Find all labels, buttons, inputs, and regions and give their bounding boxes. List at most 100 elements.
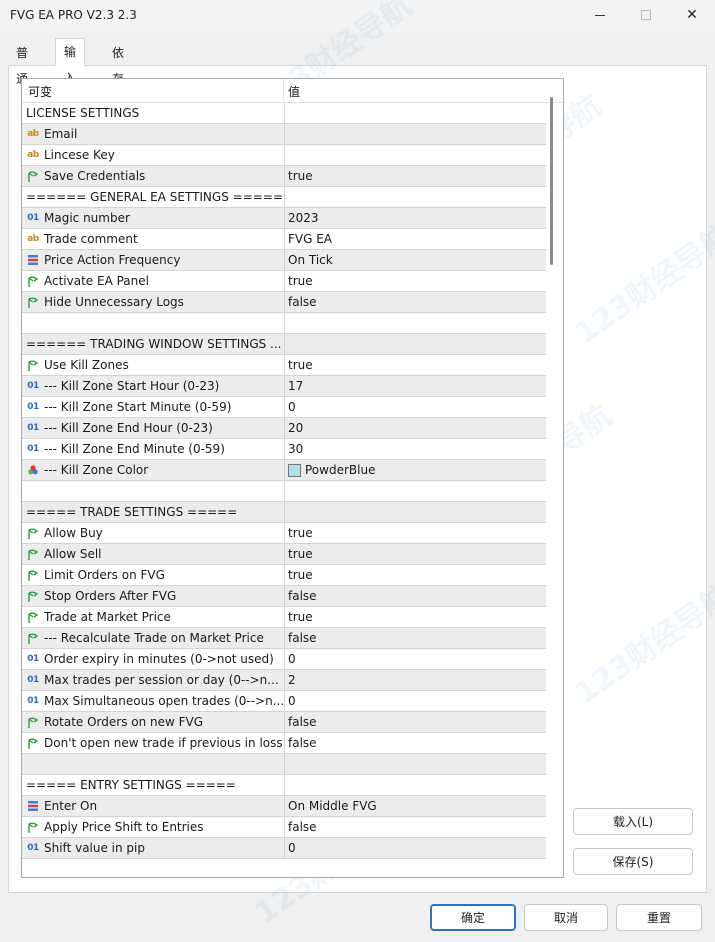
grid-row[interactable]: ===== TRADE SETTINGS ===== [22,502,546,523]
grid-row[interactable]: Price Action Frequency On Tick [22,250,546,271]
parameter-value-cell[interactable] [284,313,546,333]
column-divider[interactable] [283,79,284,103]
tab-inputs[interactable]: 输入 [55,38,86,85]
grid-row[interactable]: Allow Buy true [22,523,546,544]
parameter-value[interactable]: 2023 [288,211,319,225]
parameter-value[interactable]: FVG EA [288,232,332,246]
parameter-value[interactable]: On Tick [288,253,333,267]
parameter-value[interactable]: false [288,715,317,729]
parameter-value-cell[interactable] [284,103,546,123]
parameter-value-cell[interactable]: 17 [284,376,546,396]
grid-row[interactable]: Allow Sell true [22,544,546,565]
parameter-value-cell[interactable]: FVG EA [284,229,546,249]
parameter-value-cell[interactable]: true [284,565,546,585]
parameter-value-cell[interactable]: true [284,166,546,186]
reset-button[interactable]: 重置 [616,904,702,931]
parameter-value-cell[interactable]: 0 [284,649,546,669]
grid-row[interactable]: ab Lincese Key [22,145,546,166]
parameter-value-cell[interactable]: On Middle FVG [284,796,546,816]
parameter-value-cell[interactable]: true [284,607,546,627]
parameter-value[interactable]: 0 [288,400,296,414]
parameter-value-cell[interactable]: false [284,712,546,732]
grid-row[interactable]: Save Credentials true [22,166,546,187]
parameter-value[interactable]: false [288,820,317,834]
grid-row[interactable]: ab Trade comment FVG EA [22,229,546,250]
parameter-value-cell[interactable] [284,502,546,522]
parameter-value[interactable]: 20 [288,421,303,435]
tab-dependencies[interactable]: 依存关系 [104,40,132,138]
grid-row[interactable]: Limit Orders on FVG true [22,565,546,586]
parameter-value[interactable]: 0 [288,841,296,855]
parameter-value-cell[interactable]: On Tick [284,250,546,270]
grid-row[interactable]: 01 Max Simultaneous open trades (0-->n...… [22,691,546,712]
parameter-value-cell[interactable]: true [284,523,546,543]
minimize-button[interactable] [577,0,623,30]
parameter-value-cell[interactable] [284,334,546,354]
grid-row[interactable]: --- Recalculate Trade on Market Price fal… [22,628,546,649]
grid-row[interactable] [22,481,546,502]
parameter-value-cell[interactable]: 0 [284,838,546,858]
parameter-value-cell[interactable]: 20 [284,418,546,438]
grid-row[interactable]: 01 Order expiry in minutes (0->not used) 0 [22,649,546,670]
grid-row[interactable]: ====== TRADING WINDOW SETTINGS ... [22,334,546,355]
load-button[interactable]: 载入(L) [573,808,693,835]
parameter-value[interactable]: 30 [288,442,303,456]
parameter-value[interactable]: true [288,568,313,582]
parameter-value-cell[interactable] [284,775,546,795]
column-header-value[interactable]: 值 [288,83,300,100]
parameter-value-cell[interactable]: false [284,733,546,753]
parameter-value-cell[interactable]: 0 [284,397,546,417]
parameter-value[interactable]: 2 [288,673,296,687]
parameter-value[interactable]: PowderBlue [305,463,375,477]
column-header-variable[interactable]: 可变 [28,83,52,100]
grid-row[interactable]: Enter On On Middle FVG [22,796,546,817]
grid-row[interactable]: --- Kill Zone Color PowderBlue [22,460,546,481]
parameter-value[interactable]: true [288,169,313,183]
grid-row[interactable]: 01 Shift value in pip 0 [22,838,546,859]
grid-row[interactable]: ===== ENTRY SETTINGS ===== [22,775,546,796]
parameter-value-cell[interactable] [284,481,546,501]
parameter-value-cell[interactable]: false [284,817,546,837]
parameter-value[interactable]: On Middle FVG [288,799,377,813]
grid-row[interactable]: Activate EA Panel true [22,271,546,292]
parameter-value[interactable]: 0 [288,652,296,666]
close-button[interactable]: ✕ [669,0,715,30]
parameter-value-cell[interactable]: false [284,628,546,648]
grid-row[interactable] [22,313,546,334]
grid-row[interactable]: Apply Price Shift to Entries false [22,817,546,838]
grid-row[interactable]: Hide Unnecessary Logs false [22,292,546,313]
parameter-value-cell[interactable]: 0 [284,691,546,711]
vertical-scrollbar[interactable] [549,97,554,877]
parameter-value-cell[interactable]: false [284,292,546,312]
parameter-value[interactable]: true [288,358,313,372]
grid-row[interactable]: 01 Magic number 2023 [22,208,546,229]
parameter-value-cell[interactable]: 30 [284,439,546,459]
maximize-button[interactable] [623,0,669,30]
ok-button[interactable]: 确定 [430,904,516,931]
parameter-value-cell[interactable]: PowderBlue [284,460,546,480]
parameter-value[interactable]: 0 [288,694,296,708]
parameter-value-cell[interactable]: 2023 [284,208,546,228]
parameter-value-cell[interactable] [284,754,546,774]
grid-row[interactable]: Rotate Orders on new FVG false [22,712,546,733]
parameter-value-cell[interactable] [284,145,546,165]
parameter-value[interactable]: false [288,736,317,750]
parameter-value[interactable]: 17 [288,379,303,393]
parameter-value-cell[interactable] [284,187,546,207]
grid-row[interactable]: Stop Orders After FVG false [22,586,546,607]
parameter-value-cell[interactable]: true [284,355,546,375]
grid-row[interactable] [22,754,546,775]
parameter-value[interactable]: true [288,526,313,540]
grid-row[interactable]: Use Kill Zones true [22,355,546,376]
parameter-value[interactable]: false [288,295,317,309]
parameter-value-cell[interactable] [284,124,546,144]
grid-row[interactable]: 01 Max trades per session or day (0-->n..… [22,670,546,691]
parameter-value-cell[interactable]: false [284,586,546,606]
grid-row[interactable]: ab Email [22,124,546,145]
parameter-value-cell[interactable]: true [284,271,546,291]
tab-general[interactable]: 普通 [8,40,36,86]
scrollbar-thumb[interactable] [550,97,553,265]
cancel-button[interactable]: 取消 [524,904,608,931]
grid-row[interactable]: LICENSE SETTINGS [22,103,546,124]
grid-row[interactable]: ====== GENERAL EA SETTINGS ===== [22,187,546,208]
